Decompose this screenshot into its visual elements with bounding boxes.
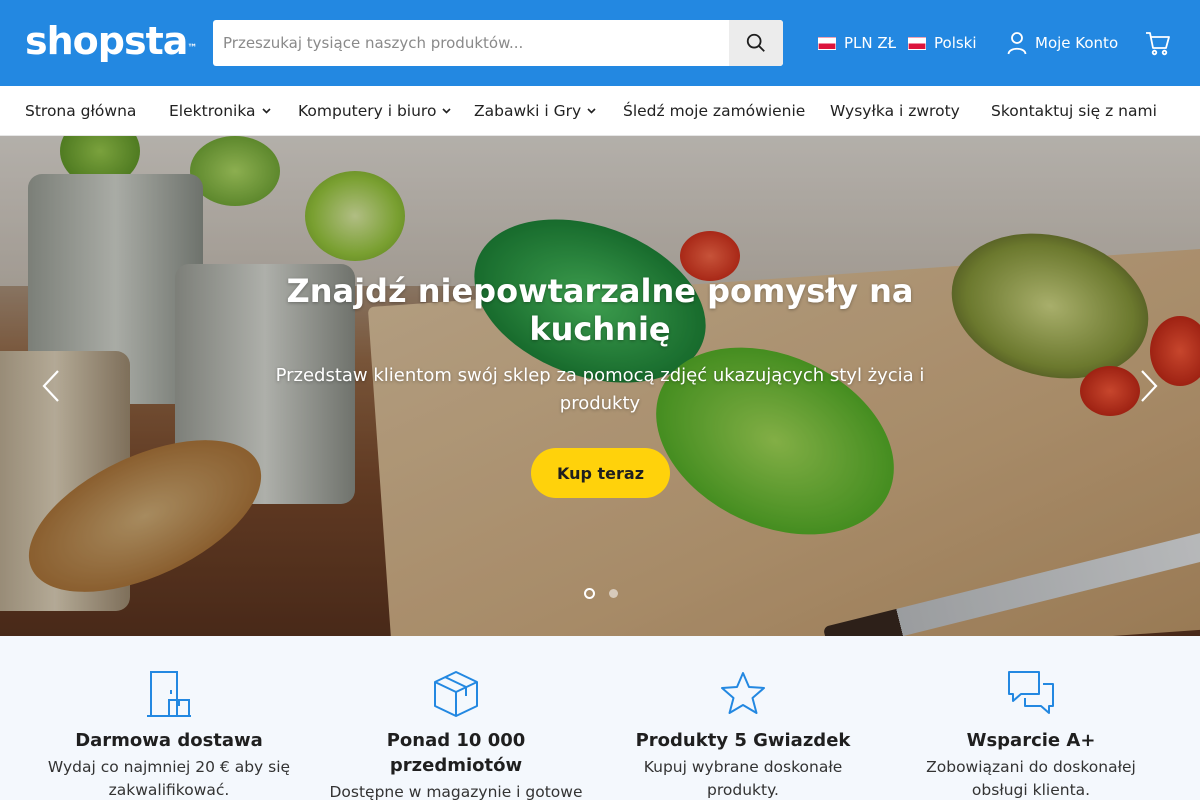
site-header: shopsta™ PLN ZŁ Polski Moje Konto (0, 0, 1200, 86)
nav-item-computers-office[interactable]: Komputery i biuro (298, 86, 452, 136)
feature-text: Kupuj wybrane doskonałe produkty. (643, 758, 843, 799)
nav-item-home[interactable]: Strona główna (25, 86, 136, 136)
search-bar (213, 20, 783, 66)
feature-title: Ponad 10 000 przedmiotów (386, 730, 526, 776)
chevron-down-icon (587, 108, 596, 114)
language-label: Polski (934, 34, 977, 52)
chat-bubbles-icon (1008, 671, 1054, 714)
search-input[interactable] (213, 20, 729, 66)
logo-text: shopsta (25, 19, 188, 63)
slider-prev-button[interactable] (36, 368, 68, 404)
nav-item-label: Śledź moje zamówienie (623, 102, 806, 120)
nav-item-label: Zabawki i Gry (474, 102, 582, 120)
nav-item-label: Skontaktuj się z nami (991, 102, 1157, 120)
poland-flag-icon (908, 36, 926, 50)
features-section: Darmowa dostawa Wydaj co najmniej 20 € a… (0, 636, 1200, 800)
feature-text: Zobowiązani do doskonałej obsługi klient… (926, 758, 1136, 799)
nav-item-toys-games[interactable]: Zabawki i Gry (474, 86, 596, 136)
hero-slider: Znajdź niepowtarzalne pomysły na kuchnię… (0, 136, 1200, 636)
chevron-down-icon (261, 108, 271, 114)
delivery-door-icon (147, 671, 191, 717)
feature-title: Produkty 5 Gwiazdek (635, 730, 851, 751)
nav-item-electronics[interactable]: Elektronika (169, 86, 271, 136)
nav-item-label: Komputery i biuro (298, 102, 437, 120)
nav-item-track-order[interactable]: Śledź moje zamówienie (623, 86, 805, 136)
nav-item-label: Wysyłka i zwroty (830, 102, 960, 120)
search-button[interactable] (729, 20, 783, 66)
chevron-down-icon (442, 108, 452, 114)
main-navigation: Strona główna Elektronika Komputery i bi… (0, 86, 1200, 136)
nav-item-label: Elektronika (169, 102, 256, 120)
chevron-right-icon (1141, 370, 1158, 402)
slider-dot-2[interactable] (609, 588, 618, 598)
star-icon (721, 672, 765, 714)
nav-item-label: Strona główna (25, 102, 137, 120)
feature-icon-wrap (316, 670, 596, 718)
feature-icon-wrap (891, 670, 1171, 718)
feature-text: Dostępne w magazynie i gotowe (329, 783, 583, 800)
shopsta-logo[interactable]: shopsta™ (25, 18, 197, 64)
hero-subtitle: Przedstaw klientom swój sklep za pomocą … (275, 365, 925, 414)
slider-dots (584, 587, 618, 599)
user-icon (1007, 32, 1027, 55)
poland-flag-icon (818, 36, 836, 50)
account-link[interactable]: Moje Konto (1007, 31, 1118, 55)
feature-icon-wrap (29, 670, 309, 718)
shop-now-button[interactable]: Kup teraz (531, 448, 670, 498)
box-icon (434, 671, 478, 717)
shopping-cart-icon (1146, 32, 1170, 56)
currency-selector[interactable]: PLN ZŁ (818, 31, 896, 55)
chevron-left-icon (42, 370, 59, 402)
slider-dot-1[interactable] (584, 587, 595, 599)
feature-title: Darmowa dostawa (75, 730, 263, 751)
hero-title: Znajdź niepowtarzalne pomysły na kuchnię (286, 272, 914, 348)
logo-trademark: ™ (187, 43, 198, 54)
feature-icon-wrap (603, 670, 883, 718)
slider-next-button[interactable] (1132, 368, 1164, 404)
nav-item-shipping-returns[interactable]: Wysyłka i zwroty (830, 86, 960, 136)
feature-text: Wydaj co najmniej 20 € aby się zakwalifi… (47, 758, 291, 799)
account-label: Moje Konto (1035, 34, 1119, 52)
language-selector[interactable]: Polski (908, 31, 977, 55)
search-icon (746, 33, 765, 52)
cart-button[interactable] (1144, 29, 1172, 57)
currency-label: PLN ZŁ (844, 34, 897, 52)
feature-title: Wsparcie A+ (966, 730, 1096, 751)
nav-item-contact[interactable]: Skontaktuj się z nami (991, 86, 1157, 136)
